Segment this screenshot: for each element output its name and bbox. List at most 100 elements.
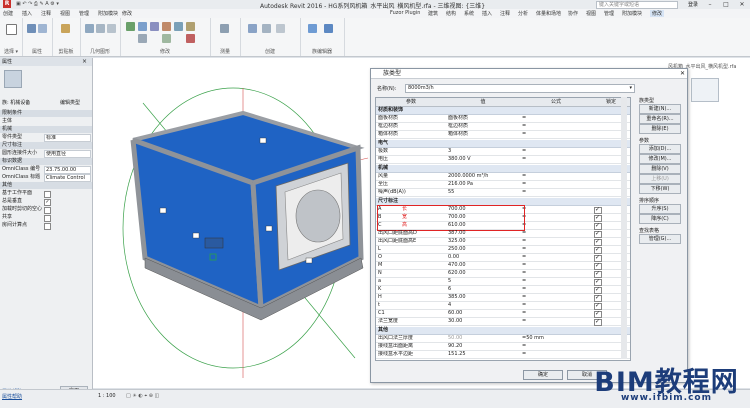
omniclass-number-value[interactable]: 23.75.00.00 [44,166,91,174]
close-icon[interactable]: × [82,58,87,65]
select-dropdown[interactable]: 选择 ▾ [0,48,22,55]
tab-annotate[interactable]: 注释 [41,10,51,17]
load-into-project-icon[interactable] [308,24,317,33]
close-icon[interactable]: ✕ [680,69,685,78]
revit-logo-icon[interactable]: R [3,0,11,8]
param-row[interactable]: 面板材质 面板材质 = [376,115,630,123]
section-mechanical[interactable]: 机械 [376,165,630,173]
param-row[interactable]: t 4 = [376,302,630,310]
mirror-icon[interactable] [150,22,159,31]
section-materials[interactable]: 材质和装饰 [376,107,630,115]
always-vertical-checkbox[interactable]: ✓ [44,199,51,206]
close-icon[interactable]: ✕ [734,0,750,9]
minimize-icon[interactable]: – [702,0,718,9]
ok-button[interactable]: 确定 [523,370,563,380]
param-row[interactable]: 电压 380.00 V = [376,156,630,164]
tab-modify[interactable]: 修改 [122,10,132,17]
room-calc-point-checkbox[interactable] [44,223,51,230]
param-row[interactable]: 法兰宽度 30.00 = [376,318,630,326]
load-into-project-close-icon[interactable] [324,24,333,33]
add-parameter-button[interactable]: 添加(D)... [639,144,681,154]
type-selector-label[interactable]: 族: 机械设备 [2,100,30,106]
param-row[interactable]: K 6 = [376,286,630,294]
offset-icon[interactable] [138,22,147,31]
cut-with-voids-checkbox[interactable] [44,207,51,214]
align-icon[interactable] [126,22,135,31]
delete-parameter-button[interactable]: 删除(V) [639,164,681,174]
tab-massing[interactable]: 体量和场地 [536,10,561,17]
sort-ascending-button[interactable]: 升序(S) [639,204,681,214]
column-header[interactable]: 参数 [376,98,447,107]
param-row[interactable]: 全压 216.00 Pa = [376,181,630,189]
param-row[interactable]: 极数 3 = [376,148,630,156]
sign-in-link[interactable]: 登录 [688,1,698,8]
tab-create[interactable]: 创建 [3,10,13,17]
column-header[interactable]: 值 [446,98,521,107]
param-row[interactable]: 接线盒出面距离 90.20 = [376,343,630,351]
param-row[interactable]: 箱体材质 箱体材质 = [376,131,630,139]
modify-parameter-button[interactable]: 修改(M)... [639,154,681,164]
part-type-value[interactable]: 标准 [44,134,91,142]
tab-view-2[interactable]: 视图 [586,10,596,17]
tab-systems[interactable]: 系统 [464,10,474,17]
create-similar-icon[interactable] [262,24,271,33]
delete-type-button[interactable]: 删除(E) [639,124,681,134]
create-parts-icon[interactable] [276,24,285,33]
status-help-link[interactable]: 属性帮助 [2,393,22,400]
tab-structure[interactable]: 结构 [446,10,456,17]
param-row[interactable]: H 385.00 = [376,294,630,302]
connector-size-value[interactable]: 使用直径 [44,150,91,158]
type-name-select[interactable]: 8000m3/h ▾ [405,84,635,93]
tab-view[interactable]: 视图 [60,10,70,17]
sort-descending-button[interactable]: 降序(C) [639,214,681,224]
rename-type-button[interactable]: 重命名(R)... [639,114,681,124]
tab-addins-2[interactable]: 附加模块 [622,10,642,17]
measure-icon[interactable] [220,24,229,33]
param-row[interactable]: C1 60.00 = [376,310,630,318]
view-scale[interactable]: 1 : 100 [98,393,116,399]
cut-geometry-icon[interactable] [85,24,94,33]
type-properties-icon[interactable] [38,24,47,33]
join-geometry-icon[interactable] [96,24,105,33]
manage-lookup-button[interactable]: 管理(G)... [639,234,681,244]
param-row[interactable]: M 470.00 = [376,262,630,270]
paste-icon[interactable] [61,24,70,33]
array-icon[interactable] [162,34,171,43]
param-row[interactable]: N 620.00 = [376,270,630,278]
move-icon[interactable] [162,22,171,31]
param-row[interactable]: L 250.00 = [376,246,630,254]
param-row[interactable]: 噪声(dB(A)) 55 = [376,189,630,197]
param-row[interactable]: 接线盒水平边距 151.25 = [376,351,630,359]
param-row[interactable]: 出风口距底面高D 387.00 = [376,230,630,238]
tab-manage[interactable]: 管理 [79,10,89,17]
tab-analyze[interactable]: 分析 [518,10,528,17]
param-row[interactable]: a 5 = [376,278,630,286]
trim-icon[interactable] [138,34,147,43]
tab-insert-2[interactable]: 插入 [482,10,492,17]
modify-arrow-icon[interactable] [6,24,17,35]
quick-access-toolbar-icon[interactable]: ▣ ↶ ↷ ⎙ ✎ A ⚙ ▾ [16,1,59,7]
param-row[interactable]: O 0.00 = [376,254,630,262]
tab-insert[interactable]: 插入 [22,10,32,17]
omniclass-title-value[interactable]: Climate Control [44,174,91,182]
tab-fuzor[interactable]: Fuzor Plugin [390,10,420,16]
work-plane-based-checkbox[interactable] [44,191,51,198]
param-row[interactable]: 框边材质 框边材质 = [376,123,630,131]
tab-annotate-2[interactable]: 注释 [500,10,510,17]
param-row[interactable]: 出风口距底面高E 325.00 = [376,238,630,246]
param-row[interactable]: 出风口法兰厚度 50.00 =50 mm [376,335,630,343]
delete-icon[interactable] [186,34,195,43]
copy-icon[interactable] [174,22,183,31]
view-control-icons[interactable]: □ ☀ ◐ ⌖ ⊕ ◫ [126,393,159,399]
tab-addins[interactable]: 附加模块 [98,10,118,17]
create-group-icon[interactable] [248,24,257,33]
section-electrical[interactable]: 电气 [376,140,630,148]
shared-checkbox[interactable] [44,215,51,222]
split-face-icon[interactable] [107,24,116,33]
move-up-button[interactable]: 上移(U) [639,174,681,184]
properties-icon[interactable] [27,24,36,33]
search-input[interactable]: 键入关键字或短语 [596,1,678,9]
column-header[interactable]: 公式 [520,98,593,107]
move-down-button[interactable]: 下移(W) [639,184,681,194]
tab-collaborate[interactable]: 协作 [568,10,578,17]
